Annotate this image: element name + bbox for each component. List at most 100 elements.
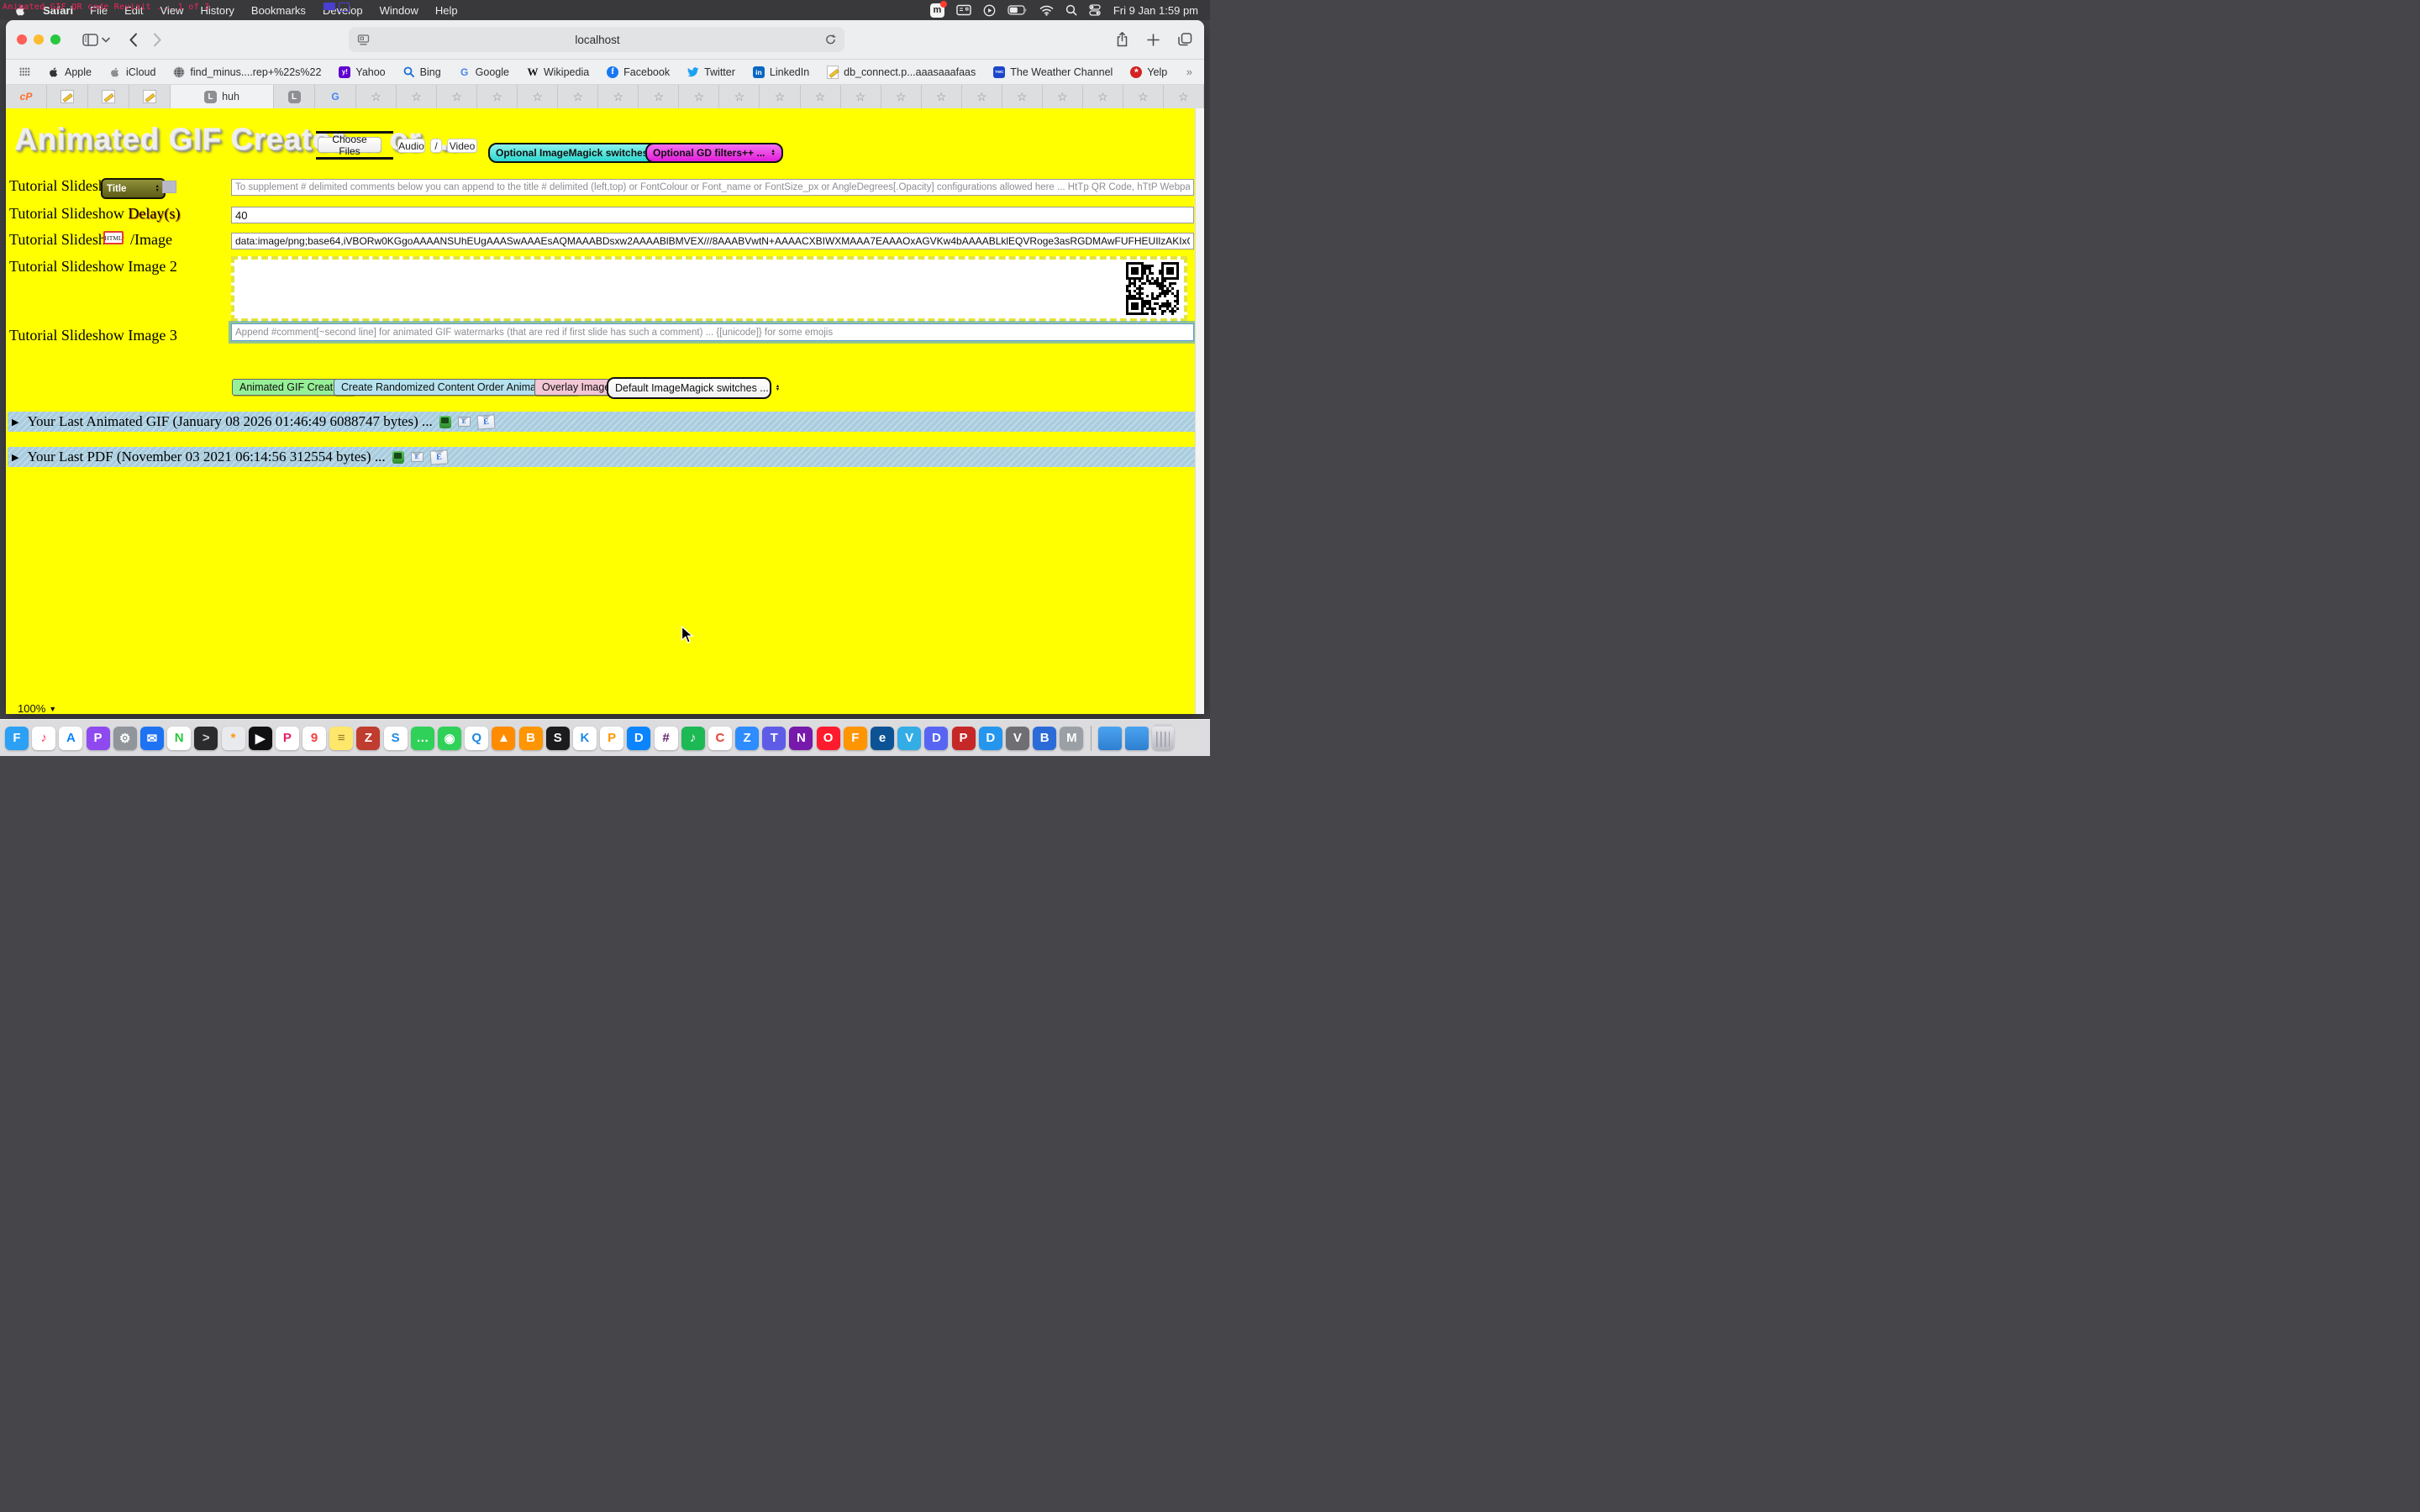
- title-config-input[interactable]: [231, 179, 1194, 196]
- tab-empty[interactable]: ☆: [801, 85, 841, 108]
- email-small-icon[interactable]: E: [411, 452, 424, 462]
- mobile-icon[interactable]: [439, 416, 451, 428]
- wifi-icon[interactable]: [1039, 5, 1054, 16]
- dock-opera[interactable]: O: [817, 727, 840, 750]
- dock-teams[interactable]: T: [762, 727, 786, 750]
- dock-finder[interactable]: F: [5, 727, 29, 750]
- dock-settings[interactable]: ⚙: [113, 727, 137, 750]
- spotlight-icon[interactable]: [1065, 4, 1077, 16]
- menu-clock[interactable]: Fri 9 Jan 1:59 pm: [1113, 4, 1198, 17]
- dock-tv[interactable]: ▶: [249, 727, 272, 750]
- favorite-google[interactable]: GGoogle: [459, 66, 509, 78]
- keyboard-icon[interactable]: [956, 4, 971, 16]
- tab-overview-icon[interactable]: [1178, 33, 1192, 46]
- html-button[interactable]: HTML: [103, 231, 124, 244]
- tab-empty[interactable]: ☆: [518, 85, 558, 108]
- tab-empty[interactable]: ☆: [719, 85, 760, 108]
- dock-books[interactable]: B: [519, 727, 543, 750]
- favorite-wikipedia[interactable]: WWikipedia: [527, 66, 589, 78]
- tab[interactable]: G: [315, 85, 356, 108]
- new-tab-icon[interactable]: [1147, 34, 1160, 46]
- dock-stocks[interactable]: S: [546, 727, 570, 750]
- last-animated-gif-bar[interactable]: ▶ Your Last Animated GIF (January 08 202…: [8, 412, 1198, 432]
- tab-empty[interactable]: ☆: [1123, 85, 1164, 108]
- favorite-twitter[interactable]: Twitter: [687, 66, 735, 78]
- favorite-globe[interactable]: find_minus....rep+%22s%22: [173, 66, 321, 78]
- dock-mail[interactable]: ✉: [140, 727, 164, 750]
- minimize-window-button[interactable]: [34, 34, 44, 45]
- dock-vscode[interactable]: V: [897, 727, 921, 750]
- favorites-grid-icon[interactable]: [19, 67, 30, 76]
- dock-launchpad[interactable]: *: [222, 727, 245, 750]
- share-icon[interactable]: [1116, 32, 1128, 47]
- forward-button[interactable]: [153, 33, 162, 47]
- tab-empty[interactable]: ☆: [477, 85, 518, 108]
- tab[interactable]: L: [274, 85, 315, 108]
- dock-chrome[interactable]: C: [708, 727, 732, 750]
- dock-calendar[interactable]: 9: [302, 727, 326, 750]
- last-pdf-bar[interactable]: ▶ Your Last PDF (November 03 2021 06:14:…: [8, 447, 1198, 467]
- tab-empty[interactable]: ☆: [1164, 85, 1204, 108]
- dock-notes[interactable]: ≡: [329, 727, 353, 750]
- tab-empty[interactable]: ☆: [397, 85, 437, 108]
- tab-empty[interactable]: ☆: [760, 85, 800, 108]
- dock-messages[interactable]: …: [411, 727, 434, 750]
- back-button[interactable]: [129, 33, 138, 47]
- dock-vm[interactable]: V: [1006, 727, 1029, 750]
- dock-safari[interactable]: S: [384, 727, 408, 750]
- title-select[interactable]: Title▲▼: [101, 178, 166, 199]
- tab-empty[interactable]: ☆: [1043, 85, 1083, 108]
- dock-dropbox[interactable]: D: [627, 727, 650, 750]
- disclosure-triangle-icon[interactable]: ▶: [12, 417, 18, 428]
- tab-empty[interactable]: ☆: [679, 85, 719, 108]
- image2-dropzone[interactable]: [231, 256, 1187, 322]
- reader-icon[interactable]: [357, 34, 370, 45]
- chevron-down-icon[interactable]: [102, 37, 110, 43]
- choose-files-button[interactable]: Choose Files: [318, 137, 381, 153]
- dock-folder-documents[interactable]: [1125, 727, 1149, 750]
- favorite-bing[interactable]: Bing: [403, 66, 441, 78]
- tab[interactable]: [88, 85, 129, 108]
- tab-empty[interactable]: ☆: [639, 85, 679, 108]
- delay-input[interactable]: [231, 207, 1194, 223]
- slash-button[interactable]: /: [430, 139, 442, 153]
- video-button[interactable]: Video: [447, 139, 477, 153]
- disclosure-triangle-icon[interactable]: ▶: [12, 452, 18, 463]
- dock-app-store[interactable]: A: [59, 727, 82, 750]
- image-data-input[interactable]: [231, 233, 1194, 249]
- playback-icon[interactable]: [983, 4, 996, 17]
- dock-discord[interactable]: D: [924, 727, 948, 750]
- dock-vlc[interactable]: ▲: [492, 727, 515, 750]
- favorite-facebook[interactable]: fFacebook: [607, 66, 670, 78]
- favorite-yelp[interactable]: *Yelp: [1130, 66, 1167, 78]
- email-small-icon[interactable]: E: [458, 417, 471, 427]
- favorite-apple-gray[interactable]: iCloud: [109, 66, 155, 78]
- tab-empty[interactable]: ☆: [841, 85, 881, 108]
- tab-empty[interactable]: ☆: [881, 85, 922, 108]
- tab-empty[interactable]: ☆: [962, 85, 1002, 108]
- tab-active[interactable]: Lhuh: [171, 85, 274, 108]
- page-zoom-indicator[interactable]: 100%▼: [18, 702, 56, 714]
- battery-icon[interactable]: [1007, 5, 1028, 15]
- dock-folder-downloads[interactable]: [1098, 727, 1122, 750]
- page-scrollbar[interactable]: [1195, 108, 1204, 714]
- tab[interactable]: [47, 85, 88, 108]
- dock-display[interactable]: M: [1060, 727, 1083, 750]
- tab[interactable]: [129, 85, 171, 108]
- favorite-linkedin[interactable]: inLinkedIn: [753, 66, 809, 78]
- tab-empty[interactable]: ☆: [356, 85, 397, 108]
- tab[interactable]: cP: [6, 85, 47, 108]
- dock-slack[interactable]: #: [655, 727, 678, 750]
- zoom-window-button[interactable]: [50, 34, 60, 45]
- mobile-icon[interactable]: [392, 451, 404, 464]
- address-bar[interactable]: localhost: [349, 27, 844, 52]
- menu-help[interactable]: Help: [427, 4, 466, 17]
- favorite-yahoo[interactable]: y!Yahoo: [339, 66, 385, 78]
- dock-docker[interactable]: D: [979, 727, 1002, 750]
- default-imagemagick-select[interactable]: Default ImageMagick switches ...▲▼: [607, 377, 771, 399]
- dock-trash[interactable]: [1152, 727, 1174, 750]
- dock-music[interactable]: ♪: [32, 727, 55, 750]
- audio-button[interactable]: Audio: [397, 139, 425, 153]
- control-center-icon[interactable]: [1089, 4, 1102, 16]
- tab-empty[interactable]: ☆: [558, 85, 598, 108]
